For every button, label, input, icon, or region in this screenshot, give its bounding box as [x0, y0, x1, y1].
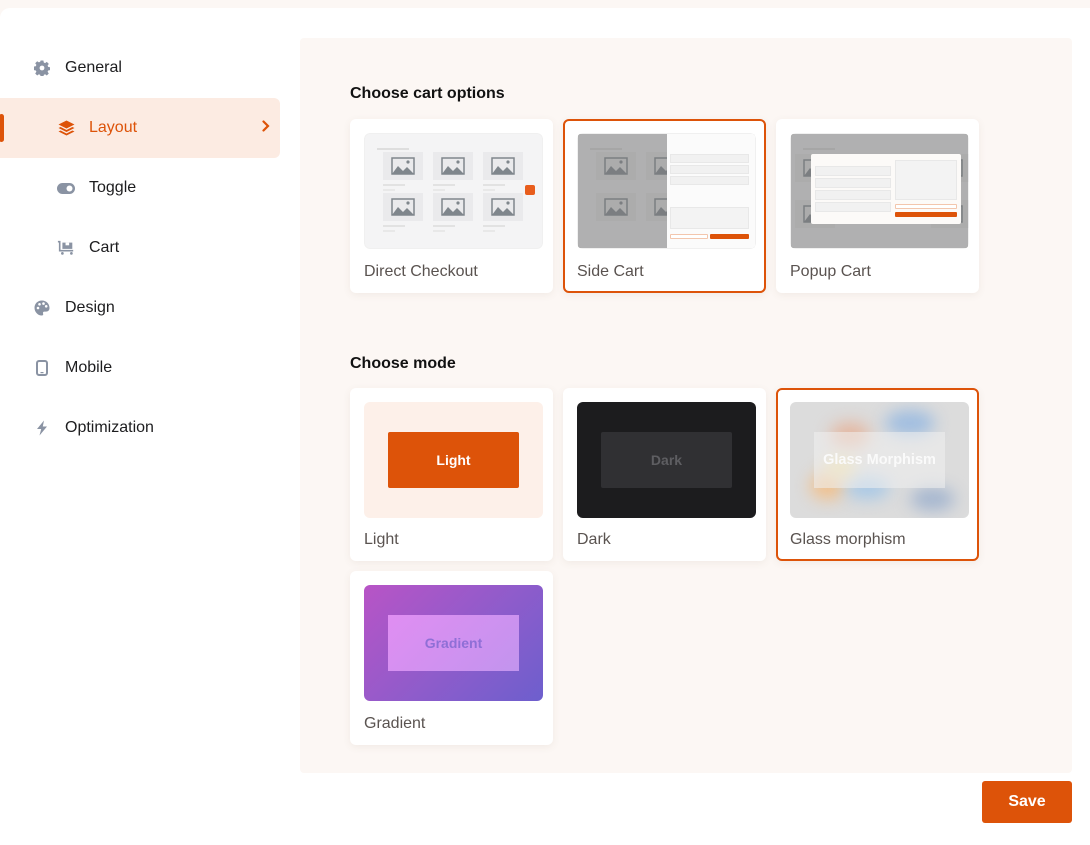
sidebar-item-label: Design	[65, 299, 115, 316]
mode-option-label: Light	[364, 531, 399, 548]
mode-title: Choose mode	[350, 355, 456, 372]
bolt-icon	[33, 419, 51, 437]
mode-option-label: Dark	[577, 531, 611, 548]
mode-option-light[interactable]: Light Light	[350, 388, 553, 561]
layers-icon	[57, 119, 75, 137]
cart-options-title: Choose cart options	[350, 85, 505, 102]
cart-option-label: Popup Cart	[790, 263, 871, 280]
sidebar-item-label: Mobile	[65, 359, 113, 376]
toggle-icon	[57, 179, 75, 197]
sidebar-item-label: Layout	[89, 119, 138, 136]
settings-page: General Layout Toggle Cart Design Mobile…	[0, 8, 1090, 845]
save-button[interactable]: Save	[982, 781, 1072, 823]
popup-cart-preview	[790, 133, 969, 249]
sidebar-item-label: General	[65, 59, 122, 76]
sidebar-item-optimization[interactable]: Optimization	[0, 398, 280, 458]
sidebar-item-layout[interactable]: Layout	[0, 98, 280, 158]
gradient-mode-preview: Gradient	[364, 585, 543, 701]
mode-option-glass-morphism[interactable]: Glass Morphism Glass morphism	[776, 388, 979, 561]
sidebar-item-toggle[interactable]: Toggle	[0, 158, 280, 218]
chevron-right-icon	[262, 119, 270, 137]
cart-icon	[57, 239, 75, 257]
cart-option-direct-checkout[interactable]: Direct Checkout	[350, 119, 553, 293]
light-mode-preview: Light	[364, 402, 543, 518]
mode-option-dark[interactable]: Dark Dark	[563, 388, 766, 561]
glass-preview-text: Glass Morphism	[814, 432, 945, 488]
sidebar-item-label: Cart	[89, 239, 120, 256]
glass-morphism-preview: Glass Morphism	[790, 402, 969, 518]
side-cart-preview	[577, 133, 756, 249]
sidebar-item-label: Optimization	[65, 419, 154, 436]
dark-preview-text: Dark	[601, 432, 732, 488]
light-preview-text: Light	[388, 432, 519, 488]
layout-settings-panel: Choose cart options Direct Checkout Side…	[300, 38, 1072, 773]
active-indicator	[0, 114, 4, 142]
direct-checkout-preview	[364, 133, 543, 249]
cart-option-side-cart[interactable]: Side Cart	[563, 119, 766, 293]
mode-option-label: Gradient	[364, 715, 426, 732]
sidebar-item-general[interactable]: General	[0, 38, 280, 98]
sidebar-item-design[interactable]: Design	[0, 278, 280, 338]
sidebar-item-cart[interactable]: Cart	[0, 218, 280, 278]
gear-icon	[33, 59, 51, 77]
cart-option-popup-cart[interactable]: Popup Cart	[776, 119, 979, 293]
cart-badge-icon	[525, 185, 535, 195]
mode-option-gradient[interactable]: Gradient Gradient	[350, 571, 553, 745]
sidebar-item-mobile[interactable]: Mobile	[0, 338, 280, 398]
mode-option-label: Glass morphism	[790, 531, 906, 548]
gradient-preview-text: Gradient	[388, 615, 519, 671]
cart-option-label: Direct Checkout	[364, 263, 478, 280]
cart-option-label: Side Cart	[577, 263, 644, 280]
dark-mode-preview: Dark	[577, 402, 756, 518]
palette-icon	[33, 299, 51, 317]
mobile-icon	[33, 359, 51, 377]
sidebar-item-label: Toggle	[89, 179, 137, 196]
